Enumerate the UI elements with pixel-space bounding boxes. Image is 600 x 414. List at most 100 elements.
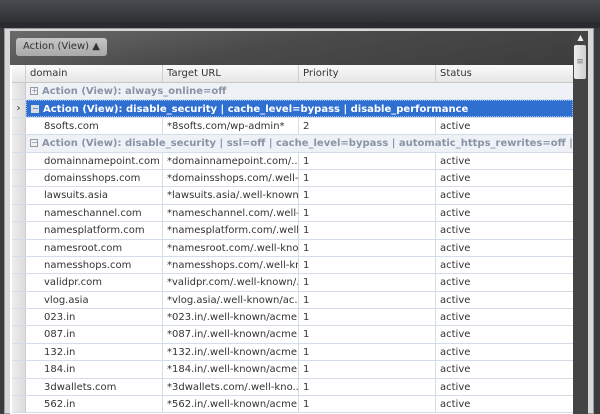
- status-cell: active: [440, 242, 471, 254]
- expand-icon[interactable]: +: [30, 87, 38, 95]
- row-indicator[interactable]: [12, 135, 26, 152]
- table-row[interactable]: 023.in *023.in/.well-known/acme... 1 active: [12, 309, 573, 327]
- row-indicator[interactable]: ›: [12, 100, 26, 117]
- domain-cell: 087.in: [26, 326, 163, 343]
- table-row[interactable]: namesplatform.com *namesplatform.com/.wel…: [12, 222, 573, 240]
- domain-cell: vlog.asia: [26, 291, 163, 309]
- table-row[interactable]: 184.in *184.in/.well-known/acme... 1 active: [12, 361, 573, 379]
- status-cell: active: [440, 329, 471, 341]
- target-url-cell: *validpr.com/.well-known/...: [163, 274, 299, 291]
- grid-rows: + Action (View): always_online=off › − Actio…: [12, 83, 573, 414]
- scroll-thumb[interactable]: ≡: [574, 45, 586, 79]
- status-cell: active: [440, 364, 471, 376]
- row-indicator[interactable]: [12, 378, 26, 396]
- row-indicator[interactable]: [12, 361, 26, 378]
- domain-cell: lawsuits.asia: [26, 187, 163, 204]
- table-row[interactable]: 562.in *562.in/.well-known/acme... 1 active: [12, 396, 573, 414]
- group-row[interactable]: › − Action (View): disable_security | cach…: [12, 100, 573, 118]
- column-header-priority[interactable]: Priority: [299, 65, 436, 82]
- row-indicator[interactable]: [12, 204, 26, 222]
- domain-cell: 184.in: [26, 361, 163, 378]
- group-caption[interactable]: − Action (View): disable_security | ssl=o…: [26, 135, 573, 152]
- row-indicator[interactable]: [12, 274, 26, 291]
- domain-cell: 562.in: [26, 396, 163, 413]
- domain-cell: 023.in: [26, 309, 163, 326]
- group-row[interactable]: + Action (View): always_online=off: [12, 83, 573, 101]
- collapse-icon[interactable]: −: [31, 105, 39, 114]
- row-indicator[interactable]: [12, 396, 26, 413]
- target-url-cell: *8softs.com/wp-admin*: [163, 117, 299, 135]
- row-indicator[interactable]: [12, 343, 26, 361]
- column-header-domain[interactable]: domain: [26, 65, 163, 82]
- column-header-target-url[interactable]: Target URL: [163, 65, 299, 82]
- priority-cell: 1: [299, 326, 436, 343]
- table-row[interactable]: domainnamepoint.com *domainnamepoint.com/…: [12, 152, 573, 170]
- column-header-status[interactable]: Status: [436, 65, 573, 82]
- row-indicator[interactable]: [12, 117, 26, 135]
- domain-cell: nameschannel.com: [26, 204, 163, 222]
- scroll-up-arrow-icon[interactable]: ▲: [573, 31, 588, 44]
- status-cell: active: [440, 294, 471, 306]
- target-url-cell: *namesshops.com/.well-kn...: [163, 256, 299, 274]
- target-url-cell: *vlog.asia/.well-known/ac...: [163, 291, 299, 309]
- collapse-icon[interactable]: −: [30, 139, 38, 148]
- group-row[interactable]: − Action (View): disable_security | ssl=o…: [12, 135, 573, 153]
- status-cell: active: [440, 312, 471, 324]
- status-cell: active: [440, 172, 471, 184]
- domain-cell: 3dwallets.com: [26, 378, 163, 396]
- table-row[interactable]: namesroot.com *namesroot.com/.well-kno...…: [12, 239, 573, 257]
- table-row[interactable]: 3dwallets.com *3dwallets.com/.well-kno...…: [12, 378, 573, 397]
- group-label: Action (View): disable_security | cache_…: [43, 104, 469, 116]
- status-cell: active: [440, 277, 471, 289]
- column-header-row: domain Target URL Priority Status: [12, 65, 573, 83]
- table-row[interactable]: 132.in *132.in/.well-known/acme... 1 active: [12, 343, 573, 362]
- group-by-action-chip[interactable]: Action (View) ▲: [16, 38, 107, 56]
- priority-cell: 1: [299, 187, 436, 204]
- priority-cell: 1: [299, 274, 436, 291]
- priority-cell: 1: [299, 239, 436, 256]
- status-cell: active: [440, 207, 471, 219]
- status-cell: active: [440, 225, 471, 237]
- group-caption[interactable]: + Action (View): always_online=off: [26, 83, 573, 100]
- target-url-cell: *132.in/.well-known/acme...: [163, 343, 299, 361]
- status-cell: active: [440, 120, 471, 132]
- target-url-cell: *domainnamepoint.com/....: [163, 152, 299, 169]
- row-indicator[interactable]: [12, 222, 26, 239]
- row-indicator[interactable]: [12, 239, 26, 256]
- row-indicator[interactable]: [12, 187, 26, 204]
- domain-cell: validpr.com: [26, 274, 163, 291]
- row-indicator[interactable]: [12, 83, 26, 100]
- priority-cell: 1: [299, 396, 436, 413]
- group-label: Action (View): disable_security | ssl=of…: [42, 138, 573, 150]
- priority-cell: 1: [299, 169, 436, 187]
- priority-cell: 1: [299, 256, 436, 274]
- domain-cell: namesplatform.com: [26, 222, 163, 239]
- row-indicator[interactable]: [12, 291, 26, 309]
- row-indicator[interactable]: [12, 152, 26, 169]
- table-row[interactable]: lawsuits.asia *lawsuits.asia/.well-known.…: [12, 187, 573, 205]
- row-indicator[interactable]: [12, 326, 26, 343]
- table-row[interactable]: nameschannel.com *nameschannel.com/.well-…: [12, 204, 573, 223]
- priority-cell: 1: [299, 204, 436, 222]
- table-row[interactable]: 8softs.com *8softs.com/wp-admin* 2 active: [12, 117, 573, 136]
- target-url-cell: *562.in/.well-known/acme...: [163, 396, 299, 413]
- target-url-cell: *namesplatform.com/.well...: [163, 222, 299, 239]
- target-url-cell: *184.in/.well-known/acme...: [163, 361, 299, 378]
- status-cell: active: [440, 381, 471, 393]
- domain-cell: domainsshops.com: [26, 169, 163, 187]
- target-url-cell: *nameschannel.com/.well-...: [163, 204, 299, 222]
- row-indicator[interactable]: [12, 309, 26, 326]
- target-url-cell: *3dwallets.com/.well-kno...: [163, 378, 299, 396]
- table-row[interactable]: 087.in *087.in/.well-known/acme... 1 active: [12, 326, 573, 344]
- table-row[interactable]: namesshops.com *namesshops.com/.well-kn..…: [12, 256, 573, 275]
- group-label: Action (View): always_online=off: [42, 86, 227, 97]
- target-url-cell: *087.in/.well-known/acme...: [163, 326, 299, 343]
- table-row[interactable]: vlog.asia *vlog.asia/.well-known/ac... 1 ac…: [12, 291, 573, 310]
- vertical-scrollbar[interactable]: ▲ ≡: [573, 31, 588, 414]
- group-caption[interactable]: − Action (View): disable_security | cache…: [26, 100, 573, 117]
- priority-cell: 1: [299, 309, 436, 326]
- row-indicator[interactable]: [12, 169, 26, 187]
- row-indicator[interactable]: [12, 256, 26, 274]
- table-row[interactable]: domainsshops.com *domainsshops.com/.well-…: [12, 169, 573, 188]
- table-row[interactable]: validpr.com *validpr.com/.well-known/... 1…: [12, 274, 573, 292]
